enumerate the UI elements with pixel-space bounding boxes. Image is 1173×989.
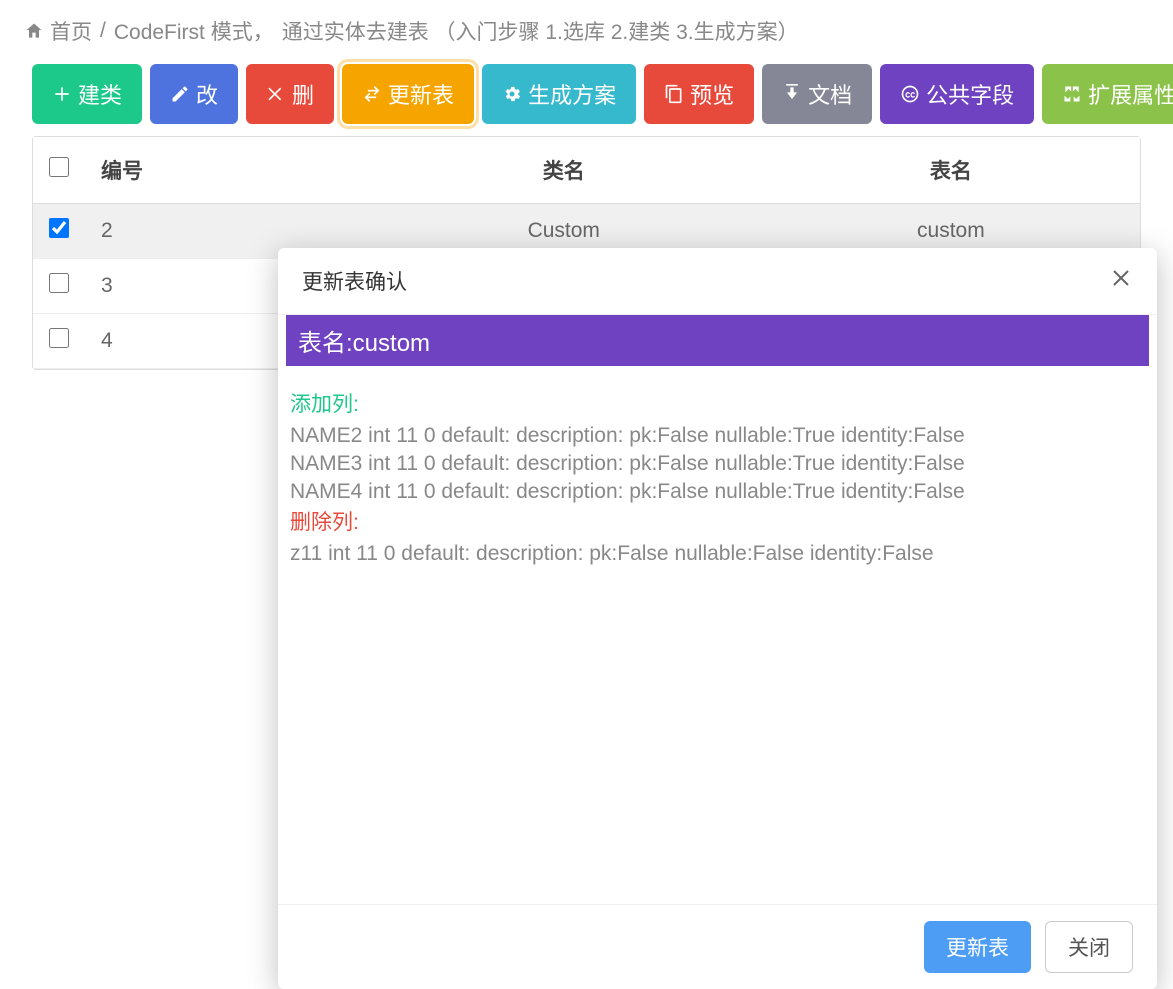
doc-button[interactable]: 文档 — [762, 64, 872, 124]
public-fields-label: 公共字段 — [926, 78, 1014, 110]
delete-button[interactable]: 删 — [246, 64, 334, 124]
times-icon — [266, 84, 286, 104]
plus-icon — [52, 84, 72, 104]
modal-table-title: 表名:custom — [286, 315, 1149, 366]
close-icon — [1109, 272, 1133, 295]
update-table-label: 更新表 — [388, 78, 454, 110]
table-label-prefix: 表名: — [298, 330, 353, 357]
home-icon — [24, 21, 44, 41]
modal-header: 更新表确认 — [278, 248, 1157, 315]
gen-plan-button[interactable]: 生成方案 — [482, 64, 636, 124]
preview-label: 预览 — [690, 78, 734, 110]
new-class-button[interactable]: 建类 — [32, 64, 142, 124]
public-fields-button[interactable]: 公共字段 — [880, 64, 1034, 124]
ext-attrs-label: 扩展属性 — [1088, 78, 1173, 110]
row-checkbox[interactable] — [49, 328, 69, 348]
new-class-label: 建类 — [78, 78, 122, 110]
breadcrumb-desc: 通过实体去建表 （入门步骤 1.选库 2.建类 3.生成方案） — [282, 16, 799, 46]
update-table-button[interactable]: 更新表 — [342, 64, 474, 124]
expand-icon — [1062, 84, 1082, 104]
del-columns-label: 删除列: — [286, 506, 1149, 540]
add-column-line: NAME3 int 11 0 default: description: pk:… — [286, 450, 1149, 478]
col-header-id: 编号 — [85, 137, 366, 204]
edit-icon — [170, 84, 190, 104]
delete-label: 删 — [292, 78, 314, 110]
modal-body[interactable]: 表名:custom 添加列: NAME2 int 11 0 default: d… — [278, 315, 1157, 904]
row-checkbox[interactable] — [49, 218, 69, 238]
breadcrumb-section-link[interactable]: CodeFirst 模式， — [114, 16, 274, 46]
edit-button[interactable]: 改 — [150, 64, 238, 124]
cc-icon — [900, 84, 920, 104]
breadcrumb-sep: / — [100, 19, 106, 43]
toolbar: 建类 改 删 更新表 生成方案 预览 文档 公共字段 扩展属性 — [0, 56, 1173, 136]
exchange-icon — [362, 84, 382, 104]
modal-table-name: custom — [353, 330, 430, 357]
modal-cancel-button[interactable]: 关闭 — [1045, 921, 1133, 973]
download-icon — [782, 84, 802, 104]
modal-close-button[interactable] — [1109, 266, 1133, 296]
copy-icon — [664, 84, 684, 104]
breadcrumb-home-label: 首页 — [50, 16, 92, 46]
edit-label: 改 — [196, 78, 218, 110]
cogs-icon — [502, 84, 522, 104]
preview-button[interactable]: 预览 — [644, 64, 754, 124]
del-column-line: z11 int 11 0 default: description: pk:Fa… — [286, 540, 1149, 568]
add-column-line: NAME4 int 11 0 default: description: pk:… — [286, 478, 1149, 506]
add-column-line: NAME2 int 11 0 default: description: pk:… — [286, 422, 1149, 450]
row-checkbox[interactable] — [49, 273, 69, 293]
add-columns-label: 添加列: — [286, 388, 1149, 422]
modal-title: 更新表确认 — [302, 266, 407, 296]
select-all-checkbox[interactable] — [49, 157, 69, 177]
col-header-classname: 类名 — [366, 137, 762, 204]
breadcrumb: 首页 / CodeFirst 模式， 通过实体去建表 （入门步骤 1.选库 2.… — [0, 0, 1173, 56]
update-table-modal: 更新表确认 表名:custom 添加列: NAME2 int 11 0 defa… — [278, 248, 1157, 989]
col-header-tablename: 表名 — [762, 137, 1140, 204]
modal-confirm-button[interactable]: 更新表 — [924, 921, 1031, 973]
ext-attrs-button[interactable]: 扩展属性 — [1042, 64, 1173, 124]
breadcrumb-home-link[interactable]: 首页 — [24, 16, 92, 46]
gen-plan-label: 生成方案 — [528, 78, 616, 110]
modal-footer: 更新表 关闭 — [278, 904, 1157, 989]
doc-label: 文档 — [808, 78, 852, 110]
